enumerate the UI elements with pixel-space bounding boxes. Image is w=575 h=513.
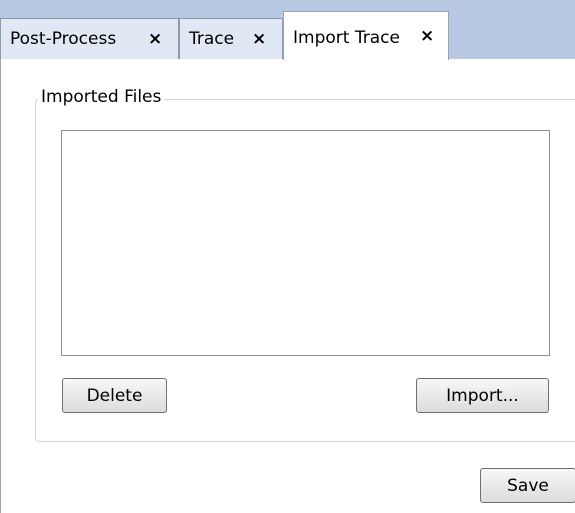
tab-post-process-label: Post-Process	[10, 29, 117, 49]
import-trace-window: Post-Process × Trace × Import Trace × Im…	[0, 0, 575, 513]
close-icon[interactable]: ×	[148, 31, 162, 48]
imported-files-group-title: Imported Files	[38, 87, 165, 107]
tab-trace-label: Trace	[189, 29, 235, 49]
imported-files-list[interactable]	[61, 130, 550, 356]
tab-strip: Post-Process × Trace × Import Trace ×	[0, 0, 575, 60]
save-button[interactable]: Save	[480, 468, 575, 503]
close-icon[interactable]: ×	[252, 31, 266, 48]
import-button[interactable]: Import...	[416, 378, 549, 413]
tab-trace[interactable]: Trace ×	[179, 18, 283, 59]
tab-import-trace-label: Import Trace	[293, 28, 400, 48]
tab-content-panel: Imported Files Delete Import... Save	[0, 59, 575, 513]
tab-post-process[interactable]: Post-Process ×	[0, 18, 179, 59]
close-icon[interactable]: ×	[420, 28, 434, 45]
tab-import-trace[interactable]: Import Trace ×	[283, 11, 449, 60]
delete-button[interactable]: Delete	[62, 378, 167, 413]
